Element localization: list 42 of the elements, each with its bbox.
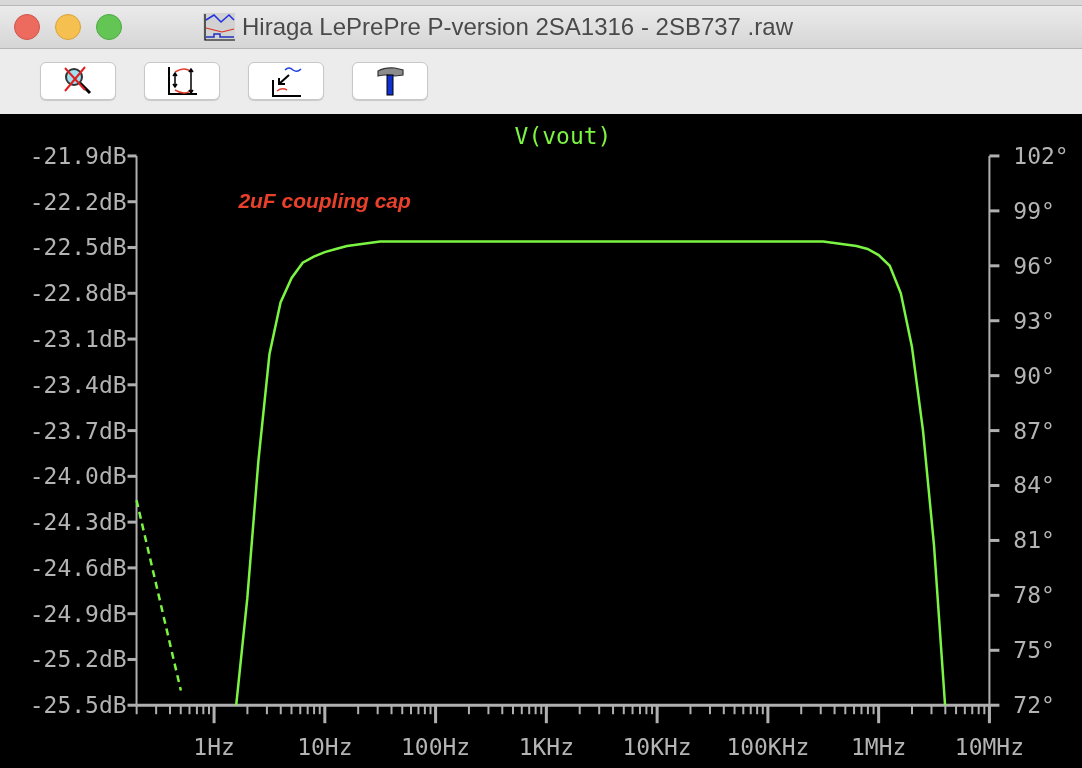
y-tick-label: -25.2dB [29, 646, 127, 673]
y-tick-label: -22.2dB [29, 188, 127, 215]
y2-tick-label: 81° [1013, 527, 1055, 554]
x-tick-label: 100KHz [726, 734, 810, 760]
pick-trace-button[interactable] [248, 62, 324, 101]
autorange-button[interactable] [144, 62, 220, 101]
zoom-cancel-button[interactable] [40, 62, 116, 101]
y2-tick-label: 93° [1013, 307, 1055, 334]
y2-tick-label: 78° [1013, 582, 1055, 609]
x-tick-label: 1KHz [518, 734, 574, 760]
y2-tick-label: 75° [1013, 637, 1055, 664]
x-tick-label: 10KHz [622, 734, 692, 760]
y-tick-label: -22.8dB [29, 280, 127, 307]
y-tick-label: -24.9dB [29, 600, 127, 627]
y-tick-label: -22.5dB [29, 234, 127, 261]
hammer-button[interactable] [352, 62, 428, 101]
close-button[interactable] [14, 13, 40, 40]
y-tick-label: -25.5dB [29, 692, 127, 719]
y-tick-label: -24.0dB [29, 463, 127, 490]
y-tick-label: -23.1dB [29, 325, 127, 352]
y2-tick-label: 84° [1013, 472, 1055, 499]
y2-tick-label: 99° [1013, 197, 1055, 224]
y-tick-label: -23.7dB [29, 417, 127, 444]
trace-title: V(vout) [514, 122, 612, 149]
trace-arrow-icon [269, 64, 303, 99]
window-title: Hiraga LePrePre P-version 2SA1316 - 2SB737 .raw [242, 12, 793, 41]
y-tick-label: -24.3dB [29, 509, 127, 535]
y2-tick-label: 87° [1013, 417, 1055, 444]
x-tick-label: 1MHz [851, 734, 907, 760]
x-tick-label: 1Hz [193, 734, 235, 760]
y-tick-label: -23.4dB [29, 371, 127, 398]
waveform-plot-icon [202, 11, 236, 42]
x-tick-label: 10Hz [297, 734, 353, 760]
x-tick-label: 10MHz [954, 734, 1024, 760]
y-tick-label: -21.9dB [29, 142, 127, 169]
annotation-text: 2uF coupling cap [238, 188, 411, 212]
y2-tick-label: 72° [1013, 692, 1055, 719]
y2-tick-label: 96° [1013, 252, 1055, 279]
y2-tick-label: 102° [1013, 142, 1069, 169]
y-tick-label: -24.6dB [29, 554, 127, 581]
y2-tick-label: 90° [1013, 362, 1055, 389]
x-tick-label: 100Hz [401, 734, 471, 760]
